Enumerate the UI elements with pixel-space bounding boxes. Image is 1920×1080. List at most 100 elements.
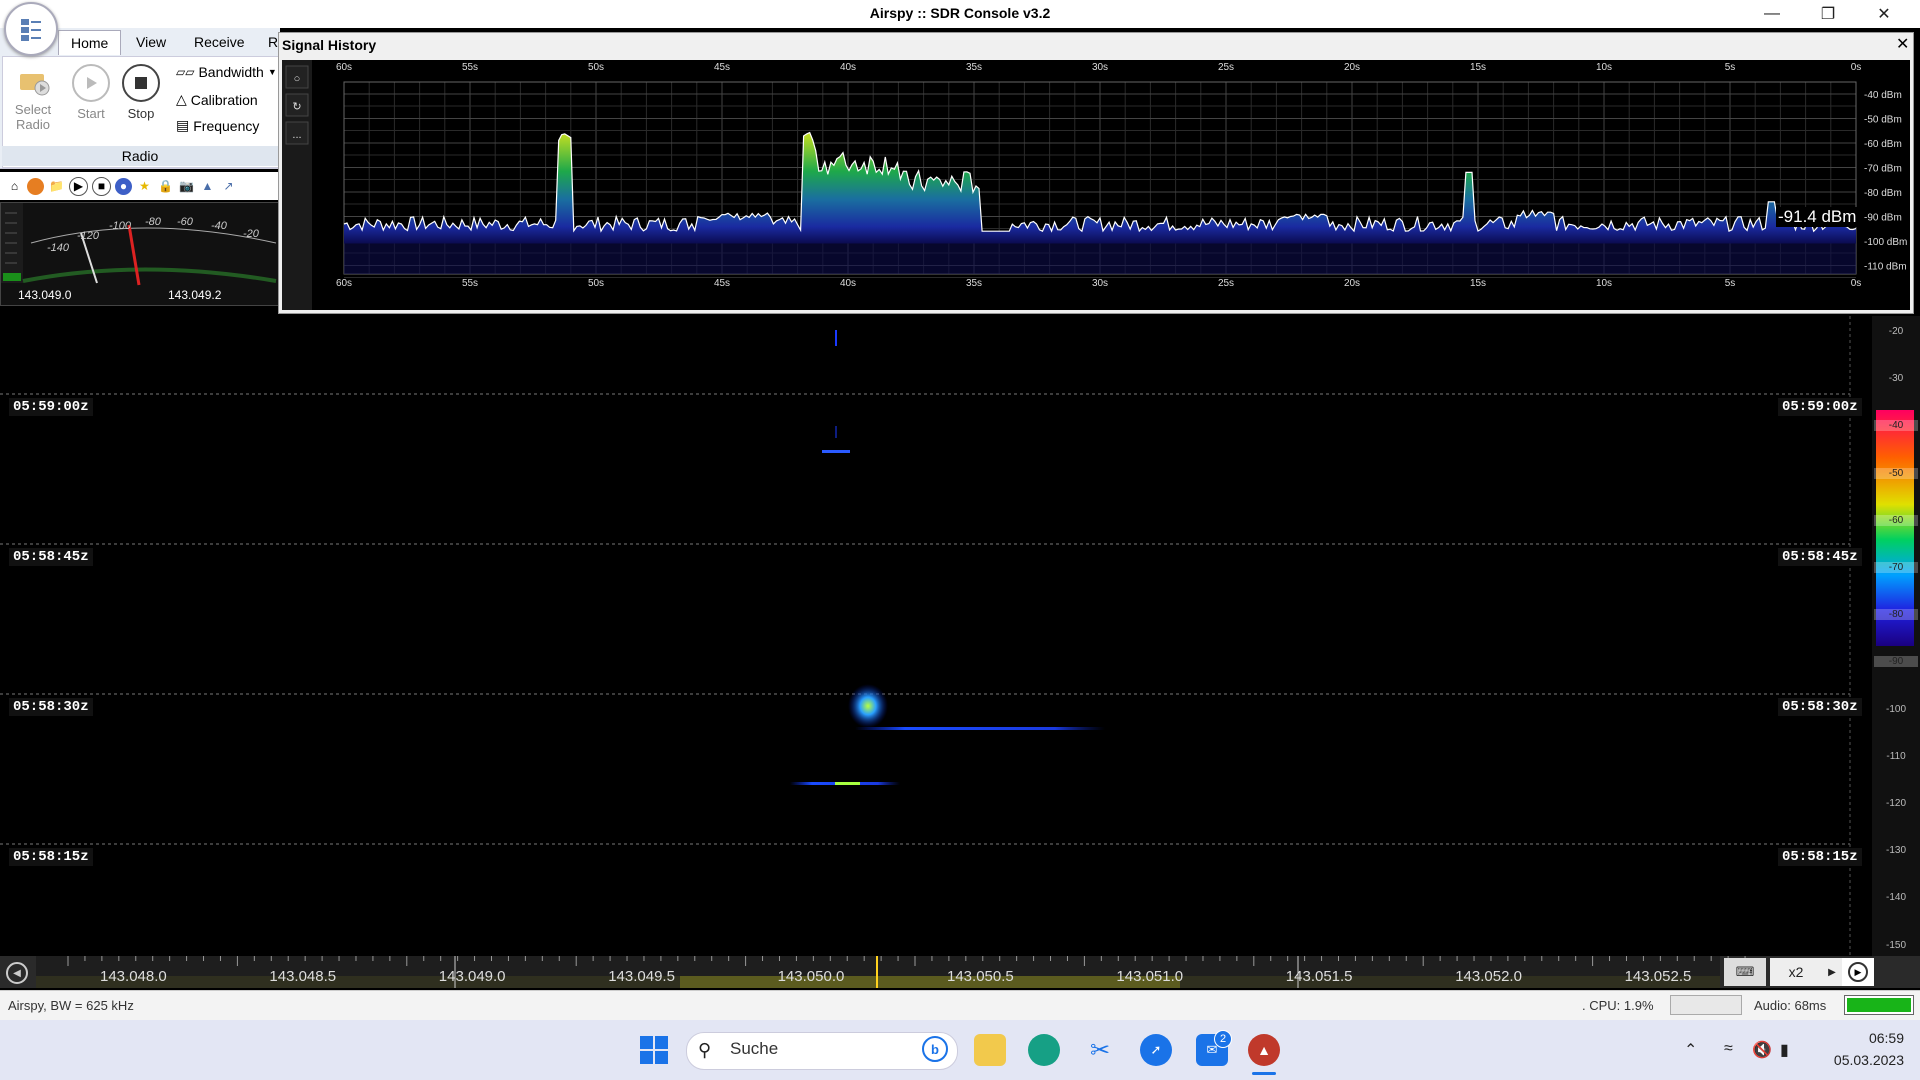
snipping-tool-icon[interactable]: ✂ bbox=[1084, 1034, 1116, 1066]
keyboard-icon[interactable]: ⌨ bbox=[1724, 958, 1766, 986]
sh-time-tick-bottom: 20s bbox=[1344, 278, 1360, 289]
lifebuoy-icon[interactable] bbox=[27, 177, 44, 195]
taskbar-search[interactable] bbox=[686, 1032, 958, 1070]
svg-text:-120: -120 bbox=[77, 230, 100, 242]
tab-home[interactable]: Home bbox=[58, 30, 122, 55]
record-icon[interactable]: ● bbox=[115, 177, 132, 195]
folder-icon[interactable]: 📁 bbox=[48, 178, 65, 195]
level-scale-label: -120 bbox=[1885, 798, 1906, 809]
select-radio-button[interactable]: Select Radio bbox=[8, 64, 58, 132]
sh-time-tick-top: 5s bbox=[1725, 62, 1736, 73]
zoom-next-button[interactable]: ▶ bbox=[1822, 958, 1842, 986]
frequency-button[interactable]: ▤ Frequency bbox=[176, 117, 259, 134]
level-scale-label: -40 bbox=[1874, 420, 1918, 432]
sh-time-tick-bottom: 0s bbox=[1851, 278, 1862, 289]
chevron-down-icon: ▼ bbox=[267, 67, 277, 77]
waterfall-time-right-3: 05:58:30z bbox=[1778, 698, 1862, 716]
battery-icon[interactable]: ▮ bbox=[1780, 1040, 1789, 1060]
sh-side-button-label-2: ... bbox=[292, 129, 301, 141]
svg-text:-140: -140 bbox=[47, 242, 70, 254]
sh-side-button-label-0: ○ bbox=[294, 73, 301, 85]
level-scale-label: -80 bbox=[1874, 609, 1918, 621]
level-scale-label: -140 bbox=[1885, 892, 1906, 904]
level-scale bbox=[1872, 316, 1920, 956]
sh-dbm-tick: -110 dBm bbox=[1864, 262, 1907, 273]
calibration-label: Calibration bbox=[190, 91, 258, 108]
waterfall-time-left-3: 05:58:30z bbox=[9, 698, 93, 716]
sh-dbm-tick: -40 dBm bbox=[1864, 90, 1902, 101]
bandwidth-button[interactable]: ▱▱ Bandwidth ▼ bbox=[176, 64, 277, 80]
speaker-muted-icon[interactable]: 🔇 bbox=[1752, 1040, 1772, 1060]
tab-receive[interactable]: Receive bbox=[182, 30, 257, 54]
tab-more[interactable]: R bbox=[256, 30, 278, 54]
search-placeholder: Suche bbox=[730, 1039, 779, 1058]
sh-time-tick-top: 55s bbox=[462, 62, 478, 73]
svg-text:-60: -60 bbox=[177, 216, 194, 228]
bing-icon[interactable]: b bbox=[922, 1036, 948, 1062]
lock-icon[interactable]: 🔒 bbox=[157, 178, 174, 195]
app-icon[interactable]: ➚ bbox=[1140, 1034, 1172, 1066]
sh-dbm-tick: -90 dBm bbox=[1864, 213, 1902, 224]
sh-side-button-label-1: ↻ bbox=[292, 101, 301, 113]
radio-folder-icon bbox=[16, 64, 50, 98]
tab-view[interactable]: View bbox=[124, 30, 178, 54]
file-explorer-icon[interactable] bbox=[974, 1034, 1006, 1066]
level-scale-label: -50 bbox=[1874, 467, 1918, 479]
close-button[interactable]: ✕ bbox=[1856, 0, 1912, 28]
scroll-left-button[interactable]: ◀ bbox=[6, 962, 28, 984]
app-menu-button[interactable] bbox=[4, 2, 58, 56]
camera-icon[interactable]: 📷 bbox=[178, 178, 195, 195]
quick-toolbar: ⌂ 📁 ▶ ■ ● ★ 🔒 📷 ▲ ↗ bbox=[0, 172, 280, 200]
signal-history-title: Signal History bbox=[282, 37, 377, 53]
sh-time-tick-top: 60s bbox=[336, 62, 352, 73]
sh-time-tick-top: 45s bbox=[714, 62, 730, 73]
calibration-icon: △ bbox=[176, 91, 187, 107]
audio-level-fill bbox=[1847, 998, 1911, 1012]
sh-time-tick-top: 35s bbox=[966, 62, 982, 73]
star-icon[interactable]: ★ bbox=[136, 178, 153, 195]
signal-history-close-button[interactable]: ✕ bbox=[1896, 34, 1909, 54]
arrow-icon[interactable]: ↗ bbox=[220, 178, 237, 195]
edge-browser-icon[interactable] bbox=[1028, 1034, 1060, 1066]
sh-time-tick-top: 30s bbox=[1092, 62, 1108, 73]
restore-button[interactable]: ❐ bbox=[1800, 0, 1856, 28]
wifi-icon[interactable]: ≈ bbox=[1724, 1040, 1733, 1058]
frequency-label: 143.048.5 bbox=[269, 968, 337, 985]
sh-dbm-tick: -70 dBm bbox=[1864, 164, 1902, 175]
level-scale-label: -70 bbox=[1874, 562, 1918, 573]
active-app-indicator bbox=[1252, 1072, 1276, 1075]
stop-small-icon[interactable]: ■ bbox=[92, 176, 111, 196]
home-icon[interactable]: ⌂ bbox=[6, 178, 23, 195]
flask-icon[interactable]: ▲ bbox=[199, 178, 216, 195]
start-label: Start bbox=[77, 106, 105, 121]
status-cpu: . CPU: 1.9% bbox=[1582, 998, 1654, 1013]
clock-time: 06:59 bbox=[1868, 1030, 1904, 1046]
taskbar bbox=[0, 1020, 1920, 1080]
stop-button[interactable]: Stop bbox=[116, 64, 166, 121]
start-menu-button[interactable] bbox=[638, 1034, 670, 1066]
cpu-bar bbox=[1670, 995, 1742, 1015]
minimize-button[interactable]: — bbox=[1744, 0, 1800, 28]
start-button[interactable]: Start bbox=[66, 64, 116, 121]
chevron-up-icon[interactable]: ⌃ bbox=[1684, 1040, 1697, 1060]
calibration-button[interactable]: △ Calibration bbox=[176, 91, 258, 108]
smeter-frequency-right: 143.049.2 bbox=[168, 288, 222, 302]
frequency-label: 143.048.0 bbox=[100, 968, 167, 985]
frequency-label: 143.049.5 bbox=[608, 968, 675, 985]
sh-time-tick-top: 15s bbox=[1470, 62, 1486, 73]
sh-time-tick-bottom: 60s bbox=[336, 278, 352, 289]
sh-time-tick-bottom: 25s bbox=[1218, 278, 1234, 289]
zoom-selector[interactable]: x2 bbox=[1770, 958, 1822, 986]
waterfall-time-right-1: 05:59:00z bbox=[1778, 398, 1862, 416]
waterfall-time-left-1: 05:59:00z bbox=[9, 398, 93, 416]
stop-icon bbox=[122, 64, 160, 102]
sdr-console-icon[interactable]: ▲ bbox=[1248, 1034, 1280, 1066]
sh-time-tick-bottom: 55s bbox=[462, 278, 478, 289]
current-level-readout: -91.4 dBm bbox=[1776, 207, 1859, 227]
frequency-label: 143.051.5 bbox=[1285, 968, 1353, 985]
level-scale-label: -20 bbox=[1888, 326, 1904, 337]
sh-time-tick-top: 40s bbox=[840, 62, 856, 73]
scroll-right-button[interactable]: ▶ bbox=[1842, 958, 1874, 986]
smeter-frequency-left: 143.049.0 bbox=[18, 288, 72, 302]
play-small-icon[interactable]: ▶ bbox=[69, 176, 88, 196]
